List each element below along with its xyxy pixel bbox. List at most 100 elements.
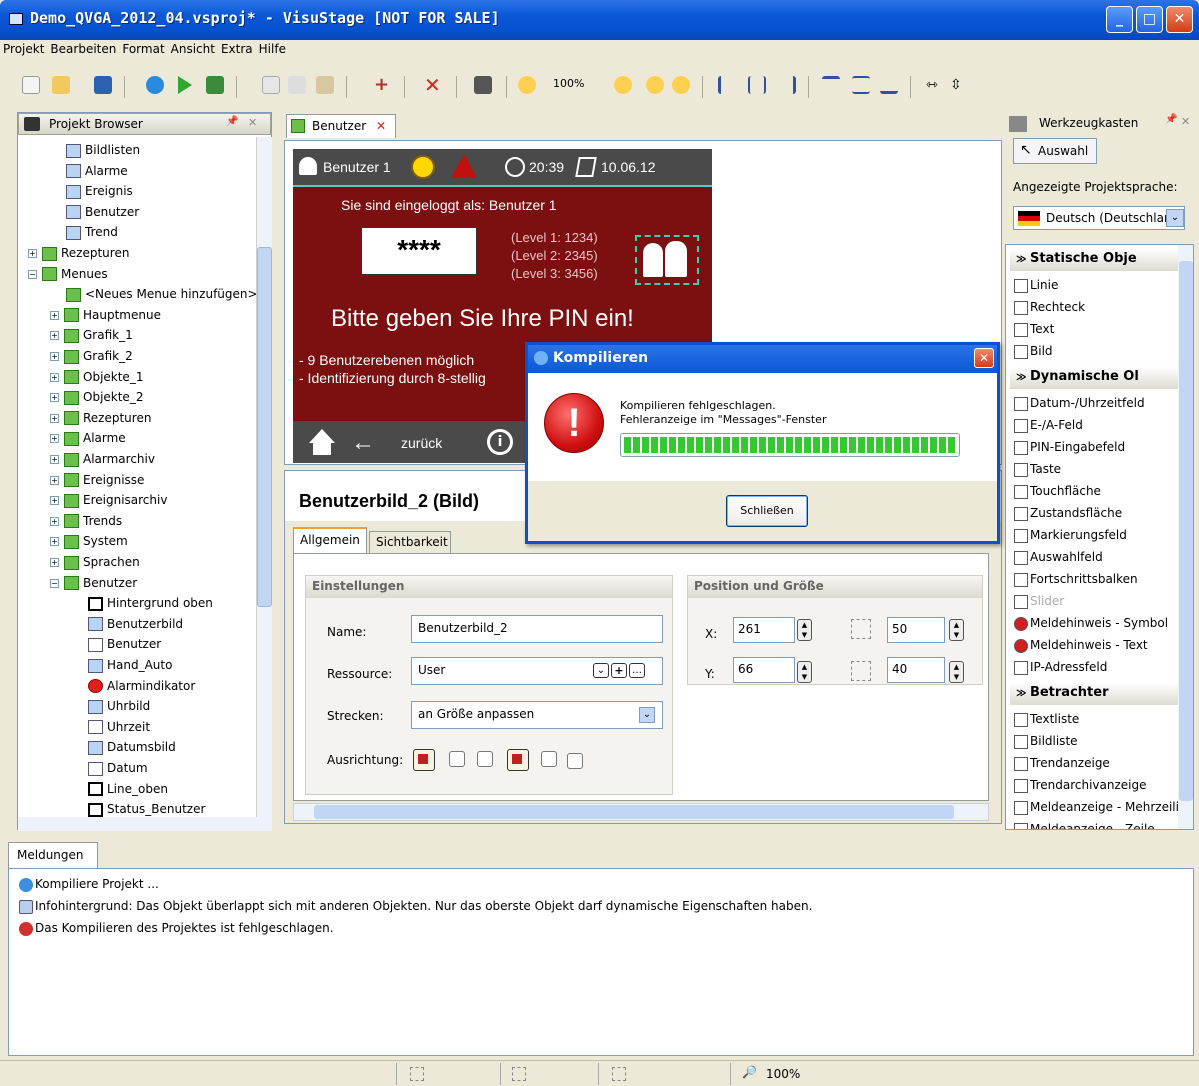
tab-benutzer[interactable]: Benutzer ✕ (286, 114, 396, 138)
menu-ansicht[interactable]: Ansicht (168, 40, 218, 58)
toolbox-item[interactable]: Touchfläche (1014, 481, 1101, 501)
x-field[interactable]: 261 (733, 617, 795, 643)
zoom-fit-icon[interactable] (672, 76, 690, 94)
toolbox-item[interactable]: Zustandsfläche (1014, 503, 1122, 523)
align-right-icon[interactable] (778, 76, 796, 94)
distribute-horizontal-icon[interactable]: ⇿ (926, 76, 944, 94)
distribute-vertical-icon[interactable]: ⇳ (950, 76, 968, 94)
tree-item[interactable]: Benutzer (88, 635, 161, 655)
tree-item[interactable]: + Alarme (50, 429, 126, 449)
tree-item[interactable]: + Rezepturen (28, 244, 129, 264)
toolbox-item[interactable]: Linie (1014, 275, 1058, 295)
tree-item[interactable]: + Grafik_1 (50, 326, 133, 346)
tree-item[interactable]: Datum (88, 759, 148, 779)
tree-hscrollbar[interactable] (18, 817, 272, 831)
align-tc-button[interactable] (449, 751, 465, 767)
expand-icon[interactable]: + (50, 537, 59, 547)
toolbox-item[interactable]: Taste (1014, 459, 1061, 479)
y-field[interactable]: 66 (733, 657, 795, 683)
copy-icon[interactable] (262, 76, 280, 94)
align-top-icon[interactable] (822, 76, 840, 94)
expand-icon[interactable]: + (50, 310, 59, 320)
delete-icon[interactable]: ✕ (424, 75, 442, 95)
toolbox-scrollbar[interactable] (1178, 245, 1193, 829)
align-mc-button[interactable] (541, 751, 557, 767)
cut-icon[interactable] (288, 76, 306, 94)
paste-icon[interactable] (316, 76, 334, 94)
expand-icon[interactable]: + (50, 496, 59, 506)
close-window-button[interactable]: ✕ (1166, 6, 1193, 33)
tree-item[interactable]: + Objekte_1 (50, 368, 143, 388)
run-icon[interactable] (178, 76, 192, 94)
align-bottom-icon[interactable] (880, 76, 898, 94)
expand-icon[interactable]: + (50, 393, 59, 403)
toolbox-item[interactable]: PIN-Eingabefeld (1014, 437, 1125, 457)
collapse-icon[interactable]: − (28, 269, 37, 279)
toolbox-close-icon[interactable]: ✕ (1181, 115, 1190, 128)
toolbox-section-header[interactable]: ≫ Statische Obje (1010, 249, 1178, 271)
name-field[interactable]: Benutzerbild_2 (411, 615, 663, 643)
menu-extra[interactable]: Extra (218, 40, 256, 58)
align-middle-icon[interactable] (852, 76, 870, 94)
tree-item[interactable]: Datumsbild (88, 738, 176, 758)
height-field[interactable]: 40 (887, 657, 945, 683)
stretch-chevron-icon[interactable]: ⌄ (639, 707, 655, 723)
zoom-out-icon[interactable] (646, 76, 664, 94)
dialog-close-icon[interactable]: ✕ (974, 348, 994, 368)
expand-icon[interactable]: + (50, 331, 59, 341)
tree-item[interactable]: Hintergrund oben (88, 594, 213, 614)
close-button[interactable]: Schließen (726, 495, 808, 527)
tab-close-icon[interactable]: ✕ (376, 119, 386, 133)
expand-icon[interactable]: + (50, 455, 59, 464)
info-icon[interactable]: i (487, 429, 513, 455)
align-mr-button[interactable] (567, 753, 583, 769)
y-spinner[interactable]: ▲ ▼ (797, 661, 812, 683)
tree-item[interactable]: + Ereignisarchiv (50, 491, 167, 511)
tree-item[interactable]: Hand_Auto (88, 656, 172, 676)
toolbox-item[interactable]: Bild (1014, 341, 1053, 361)
tab-meldungen[interactable]: Meldungen (8, 842, 98, 868)
expand-icon[interactable]: + (50, 475, 59, 485)
toolbox-item[interactable]: Trendarchivanzeige (1014, 775, 1146, 795)
tree-scrollbar[interactable] (256, 137, 272, 817)
lang-chevron-icon[interactable]: ⌄ (1166, 209, 1184, 227)
maximize-button[interactable]: □ (1136, 6, 1163, 33)
expand-icon[interactable]: + (50, 434, 59, 444)
panel-close-icon[interactable]: ✕ (248, 116, 257, 129)
user-image-selected[interactable] (635, 235, 699, 285)
tree-item[interactable]: Bildlisten (66, 141, 140, 161)
zoom-select[interactable]: 100% (553, 77, 584, 90)
tree-item[interactable]: + Ereignisse (50, 471, 144, 491)
toolbox-section-header[interactable]: ≫ Betrachter (1010, 683, 1178, 705)
align-left-icon[interactable] (718, 76, 736, 94)
toolbox-pin-icon[interactable]: 📌 (1165, 114, 1177, 125)
tree-item[interactable]: Alarme (66, 162, 128, 182)
compile-icon[interactable] (146, 76, 164, 94)
tree-item[interactable]: + Rezepturen (50, 409, 151, 429)
minimize-button[interactable]: _ (1106, 6, 1133, 33)
back-label[interactable]: zurück (401, 435, 442, 451)
toolbox-item[interactable]: Meldehinweis - Symbol (1014, 613, 1168, 633)
tree-item[interactable]: Trend (66, 223, 118, 243)
tree-item[interactable]: + Hauptmenue (50, 306, 161, 326)
toolbox-item[interactable]: Datum-/Uhrzeitfeld (1014, 393, 1145, 413)
width-field[interactable]: 50 (887, 617, 945, 643)
zoom-icon[interactable] (518, 76, 536, 94)
align-center-icon[interactable] (748, 76, 766, 94)
stretch-select[interactable]: an Größe anpassen (411, 701, 663, 729)
property-hscrollbar[interactable] (293, 803, 989, 821)
tree-item[interactable]: <Neues Menue hinzufügen> (66, 285, 256, 305)
tree-item[interactable]: Benutzer (66, 203, 139, 223)
toolbox-item[interactable]: Meldeanzeige - Zeile (1014, 819, 1155, 829)
toolbox-item[interactable]: Rechteck (1014, 297, 1085, 317)
tree-item[interactable]: Line_oben (88, 780, 168, 800)
tree-item[interactable]: Ereignis (66, 182, 133, 202)
toolbox-item[interactable]: Meldehinweis - Text (1014, 635, 1148, 655)
align-ml-button[interactable] (507, 749, 529, 771)
x-spinner[interactable]: ▲ ▼ (797, 619, 812, 641)
toolbox-item[interactable]: Textliste (1014, 709, 1079, 729)
toolbox-item[interactable]: Auswahlfeld (1014, 547, 1103, 567)
height-spinner[interactable]: ▲ ▼ (949, 661, 964, 683)
collapse-icon[interactable]: − (50, 578, 59, 588)
more-icon[interactable]: … (629, 663, 645, 678)
